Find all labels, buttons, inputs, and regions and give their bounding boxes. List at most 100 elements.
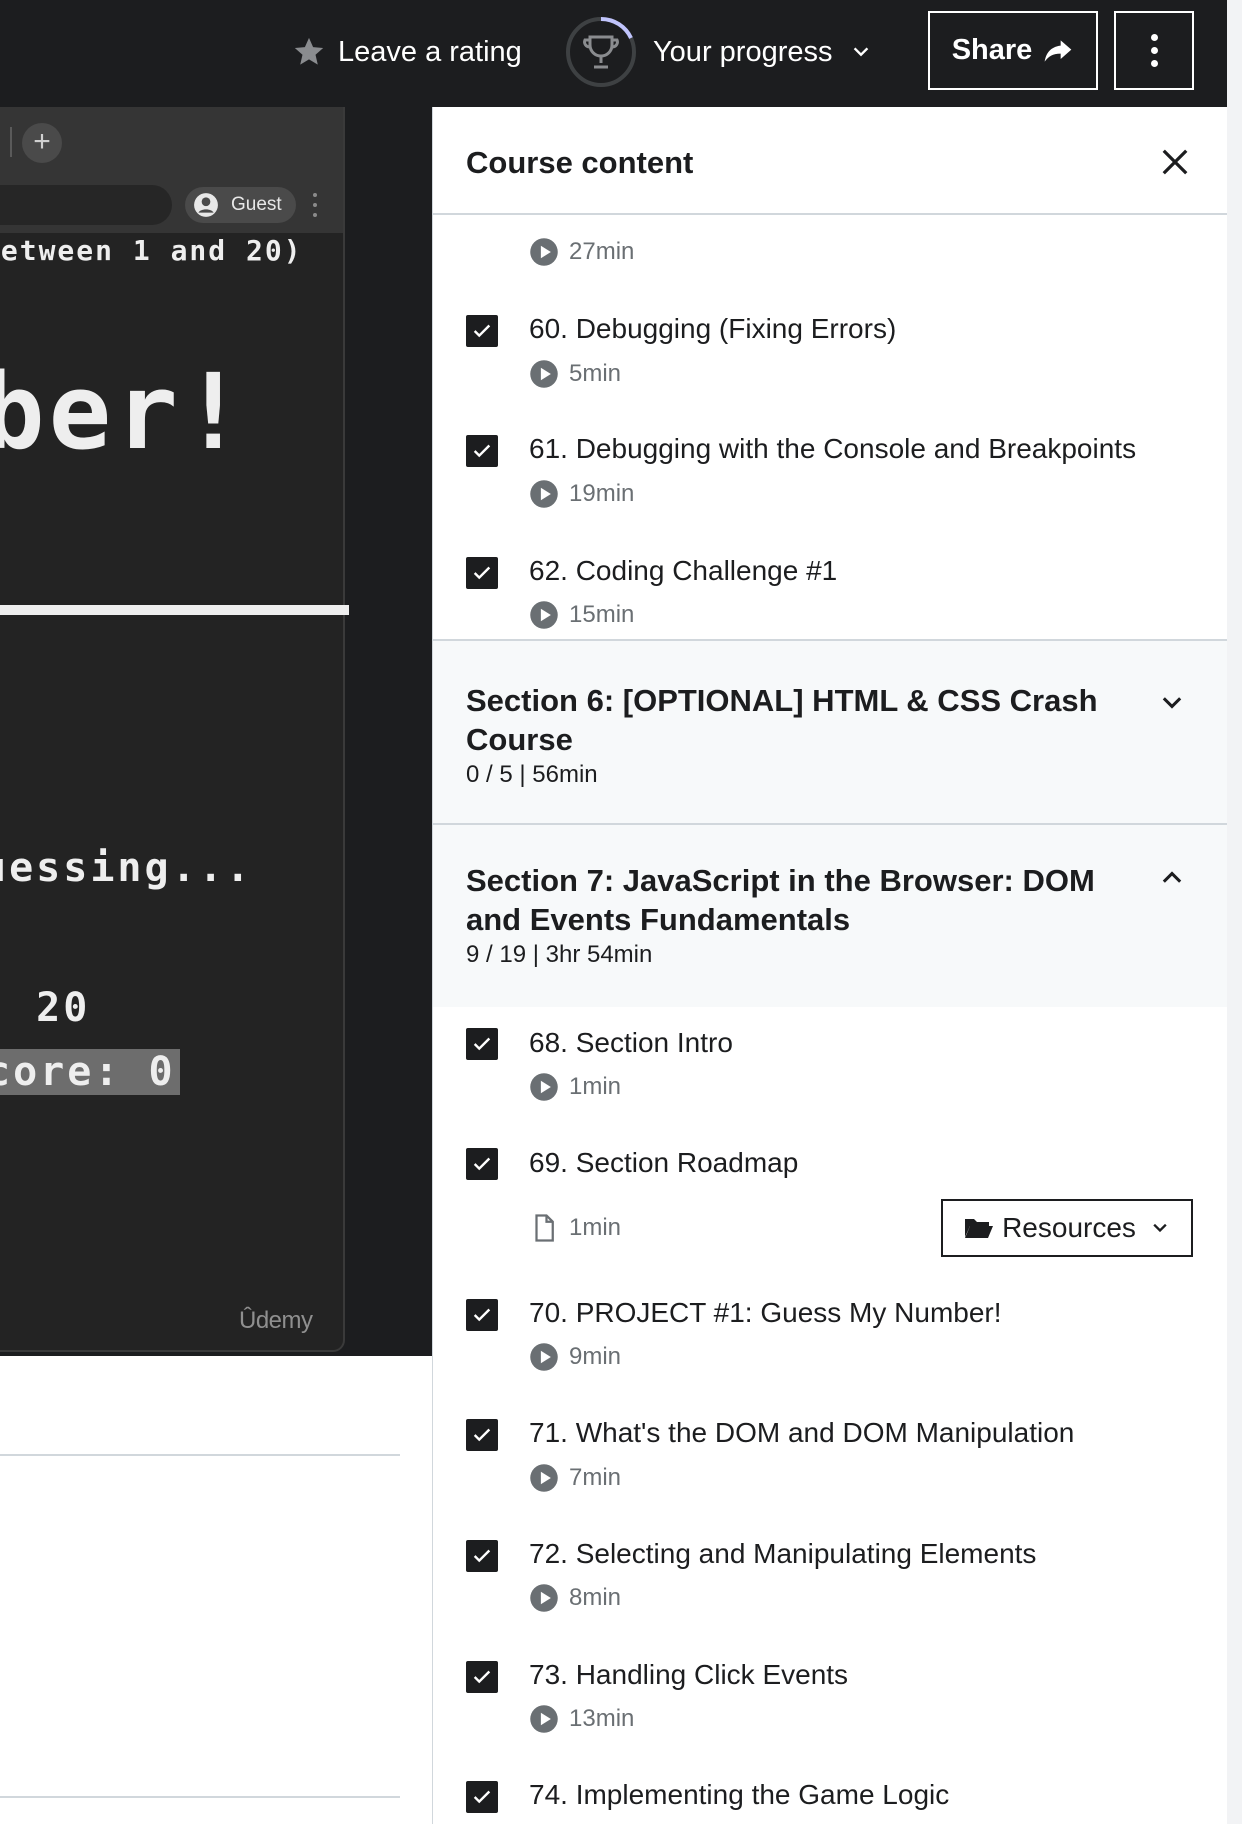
- play-icon: [530, 1343, 558, 1371]
- progress-dropdown[interactable]: Your progress: [565, 15, 872, 89]
- completed-checkbox[interactable]: [466, 1661, 498, 1693]
- kebab-icon: [1150, 31, 1158, 70]
- check-icon: [473, 1670, 491, 1684]
- page-edge: [1227, 0, 1242, 1824]
- check-icon: [473, 444, 491, 458]
- lecture-title: 70. PROJECT #1: Guess My Number!: [529, 1297, 1002, 1328]
- lecture-meta: 5min: [529, 359, 621, 389]
- lecture-duration: 1min: [569, 1073, 622, 1100]
- section-meta: 0 / 5 | 56min: [466, 761, 598, 788]
- lecture-meta: 8min: [529, 1583, 621, 1613]
- play-icon: [530, 480, 558, 508]
- lecture-meta: 15min: [529, 600, 634, 630]
- share-button[interactable]: Share: [928, 11, 1098, 90]
- lecture-item[interactable]: 61. Debugging with the Console and Break…: [433, 405, 1227, 525]
- video-browser-window: + Guest Between 1 and 20) ber! uessing..…: [0, 107, 349, 1352]
- completed-checkbox[interactable]: [466, 1028, 498, 1060]
- lecture-meta: 7min: [529, 1463, 621, 1493]
- completed-checkbox[interactable]: [466, 435, 498, 467]
- browser-menu-icon: [313, 193, 317, 217]
- check-icon: [473, 1157, 491, 1171]
- lecture-item[interactable]: 62. Coding Challenge #1 15min: [433, 525, 1227, 645]
- lecture-item[interactable]: 73. Handling Click Events 13min: [433, 1637, 1227, 1757]
- lecture-duration: 27min: [569, 238, 635, 265]
- progress-label: Your progress: [653, 35, 833, 68]
- completed-checkbox[interactable]: [466, 557, 498, 589]
- check-icon: [473, 324, 491, 338]
- game-headline-text: ber!: [0, 351, 249, 473]
- chevron-down-icon: [854, 47, 869, 57]
- guest-label: Guest: [231, 194, 282, 215]
- play-icon: [530, 360, 558, 388]
- lecture-meta: 27min: [529, 237, 634, 267]
- completed-checkbox[interactable]: [466, 1540, 498, 1572]
- lecture-item[interactable]: 74. Implementing the Game Logic: [433, 1757, 1227, 1824]
- completed-checkbox[interactable]: [466, 315, 498, 347]
- leave-rating-label: Leave a rating: [338, 35, 522, 68]
- chevron-up-icon: [1162, 871, 1182, 883]
- section-meta: 9 / 19 | 3hr 54min: [466, 941, 653, 968]
- completed-checkbox[interactable]: [466, 1299, 498, 1331]
- lecture-duration: 1min: [569, 1214, 622, 1241]
- lecture-meta: 19min: [529, 479, 634, 509]
- close-icon[interactable]: [1160, 147, 1190, 177]
- completed-checkbox[interactable]: [466, 1148, 498, 1180]
- leave-rating-link[interactable]: Leave a rating: [292, 30, 522, 74]
- lecture-title: 72. Selecting and Manipulating Elements: [529, 1538, 1037, 1569]
- lecture-meta: 9min: [529, 1342, 621, 1372]
- lecture-item[interactable]: 60. Debugging (Fixing Errors) 5min: [433, 285, 1227, 405]
- lecture-item[interactable]: 70. PROJECT #1: Guess My Number! 9min: [433, 1277, 1227, 1397]
- lecture-meta: 1min: [529, 1072, 621, 1102]
- sidebar-header: Course content: [433, 107, 1227, 215]
- resources-dropdown-button[interactable]: Resources: [941, 1199, 1193, 1257]
- course-header: Leave a rating Your progress Share: [0, 0, 1227, 107]
- chevron-down-icon: [1153, 1223, 1167, 1233]
- lecture-meta: 13min: [529, 1704, 634, 1734]
- lecture-duration: 5min: [569, 360, 622, 387]
- sidebar-title: Course content: [466, 145, 694, 180]
- game-divider: [0, 605, 349, 615]
- lecture-item[interactable]: 71. What's the DOM and DOM Manipulation …: [433, 1397, 1227, 1517]
- browser-toolbar: Guest: [0, 177, 343, 233]
- lecture-duration: 19min: [569, 480, 635, 507]
- check-icon: [473, 1037, 491, 1051]
- lecture-title: 62. Coding Challenge #1: [529, 555, 838, 586]
- guest-profile-chip: Guest: [185, 187, 296, 223]
- content-divider: [0, 1454, 400, 1456]
- lecture-item[interactable]: 72. Selecting and Manipulating Elements …: [433, 1517, 1227, 1637]
- game-range-text: Between 1 and 20): [0, 234, 303, 267]
- play-icon: [530, 238, 558, 266]
- section-header-7[interactable]: Section 7: JavaScript in the Browser: DO…: [433, 823, 1227, 1007]
- check-icon: [473, 1308, 491, 1322]
- document-icon: [535, 1214, 554, 1242]
- section-header-6[interactable]: Section 6: [OPTIONAL] HTML & CSS Crash C…: [433, 639, 1227, 823]
- lecture-duration: 15min: [569, 601, 635, 628]
- lecture-item[interactable]: 68. Section Intro 1min: [433, 1007, 1227, 1127]
- lecture-item[interactable]: 27min: [433, 225, 1227, 285]
- completed-checkbox[interactable]: [466, 1419, 498, 1451]
- trophy-icon: [566, 16, 636, 87]
- lecture-title: 61. Debugging with the Console and Break…: [529, 433, 1137, 464]
- share-label: Share: [951, 34, 1033, 66]
- person-icon: [194, 193, 218, 217]
- udemy-watermark: Ûdemy: [239, 1307, 313, 1334]
- lecture-duration: 7min: [569, 1464, 622, 1491]
- check-icon: [473, 1428, 491, 1442]
- check-icon: [473, 1790, 491, 1804]
- new-tab-icon: +: [22, 123, 62, 163]
- address-bar: [0, 185, 172, 225]
- play-icon: [530, 1705, 558, 1733]
- play-icon: [530, 601, 558, 629]
- section-title: Section 6: [OPTIONAL] HTML & CSS Crash C…: [466, 683, 1098, 757]
- lecture-title: 73. Handling Click Events: [529, 1659, 849, 1690]
- game-status-text: uessing...: [0, 845, 253, 891]
- lecture-title: 74. Implementing the Game Logic: [529, 1779, 950, 1810]
- video-player[interactable]: + Guest Between 1 and 20) ber! uessing..…: [0, 107, 432, 1356]
- play-icon: [530, 1073, 558, 1101]
- more-options-button[interactable]: [1114, 11, 1194, 90]
- content-divider: [0, 1796, 400, 1798]
- completed-checkbox[interactable]: [466, 1781, 498, 1813]
- section-title: Section 7: JavaScript in the Browser: DO…: [466, 863, 1095, 937]
- play-icon: [530, 1584, 558, 1612]
- resources-label: Resources: [1002, 1212, 1136, 1243]
